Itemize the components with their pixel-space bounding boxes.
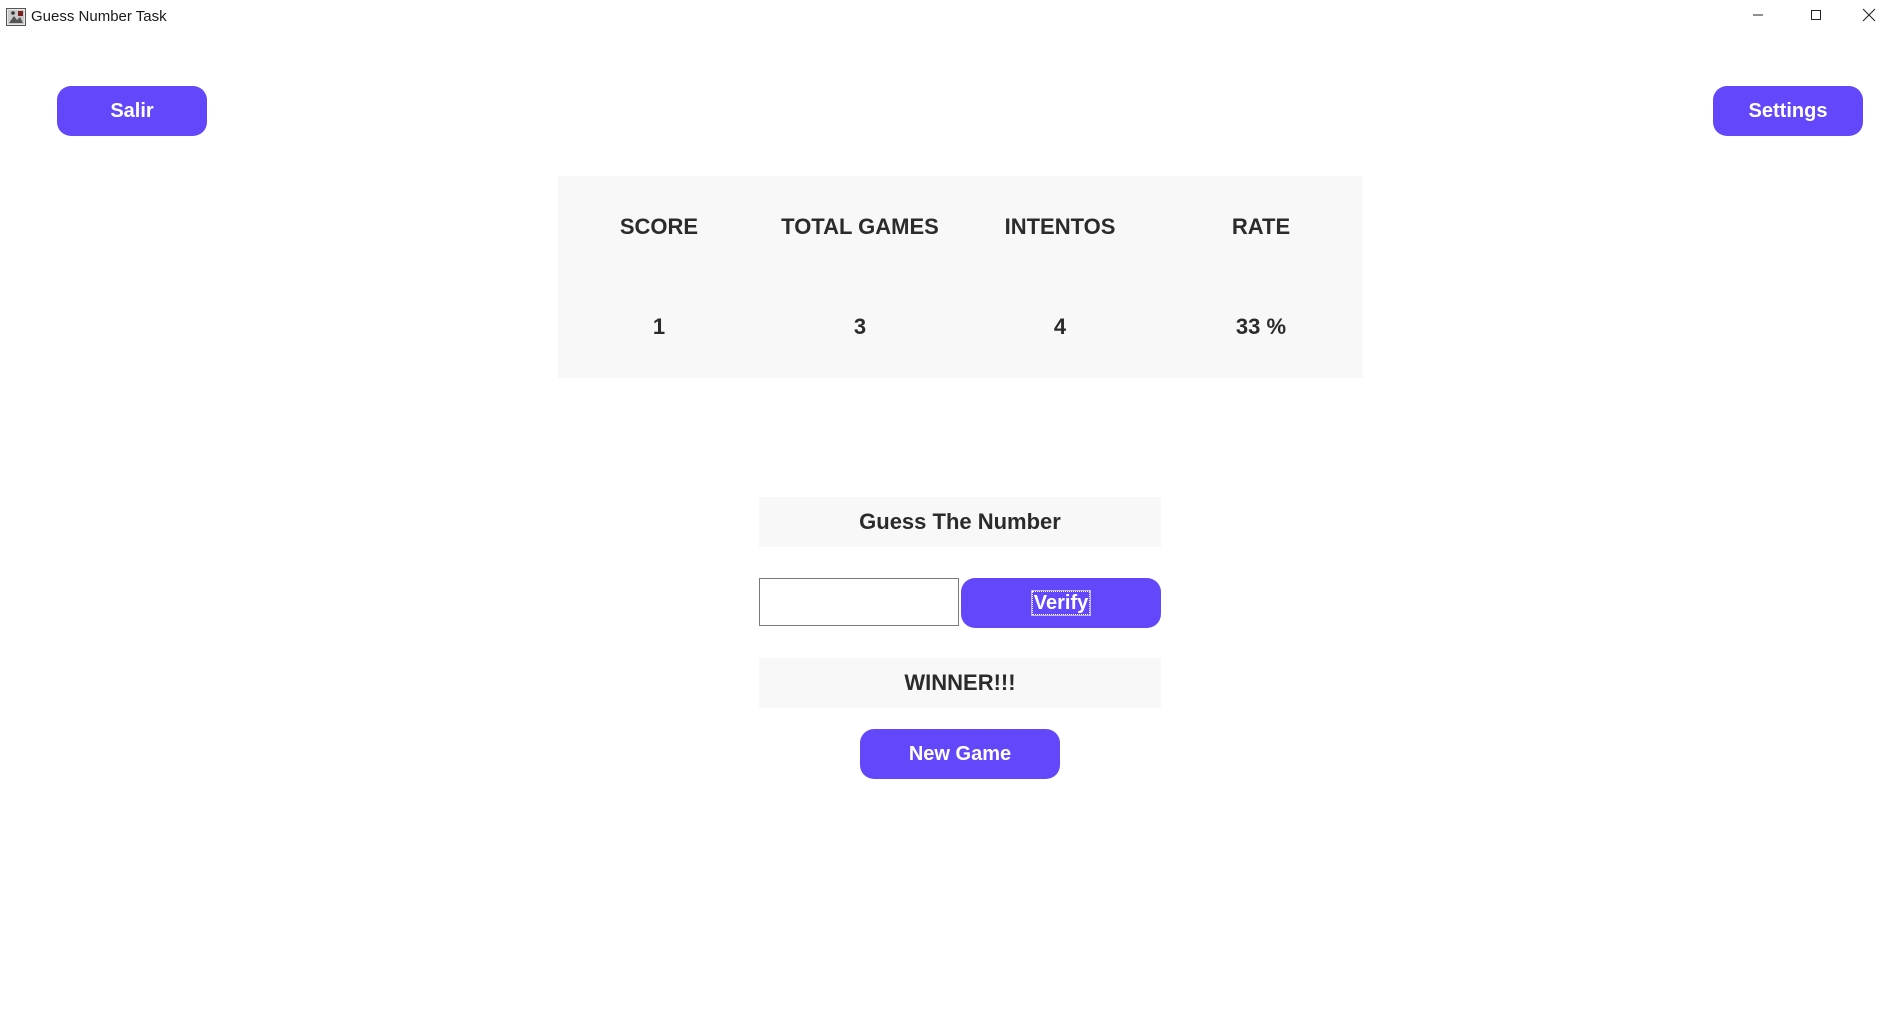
- rate-value: 33 %: [1235, 314, 1287, 339]
- exit-button[interactable]: Salir: [57, 86, 207, 136]
- window-title: Guess Number Task: [31, 8, 167, 25]
- total-games-label: TOTAL GAMES: [781, 214, 939, 239]
- stats-panel: SCORE TOTAL GAMES INTENTOS RATE 1 3 4 33…: [558, 176, 1363, 378]
- new-game-button[interactable]: New Game: [860, 729, 1060, 779]
- attempts-label: INTENTOS: [1004, 214, 1116, 239]
- verify-button-label: Verify: [1030, 590, 1092, 616]
- rate-label: RATE: [1231, 214, 1291, 239]
- minimize-icon: [1752, 8, 1764, 26]
- verify-button[interactable]: Verify: [961, 578, 1161, 628]
- guess-input[interactable]: [759, 578, 959, 626]
- total-games-value: 3: [853, 314, 867, 339]
- attempts-value: 4: [1053, 314, 1067, 339]
- game-title: Guess The Number: [759, 497, 1161, 547]
- minimize-button[interactable]: [1729, 0, 1787, 34]
- app-window: Guess Number Task Salir Settings SCORE T…: [0, 0, 1893, 1019]
- score-label: SCORE: [619, 214, 699, 239]
- app-icon: [6, 8, 26, 26]
- settings-button[interactable]: Settings: [1713, 86, 1863, 136]
- maximize-icon: [1810, 8, 1822, 26]
- title-bar: Guess Number Task: [0, 0, 1893, 36]
- maximize-button[interactable]: [1787, 0, 1845, 34]
- close-button[interactable]: [1845, 0, 1893, 34]
- score-value: 1: [652, 314, 666, 339]
- close-icon: [1862, 8, 1876, 27]
- result-message: WINNER!!!: [759, 658, 1161, 708]
